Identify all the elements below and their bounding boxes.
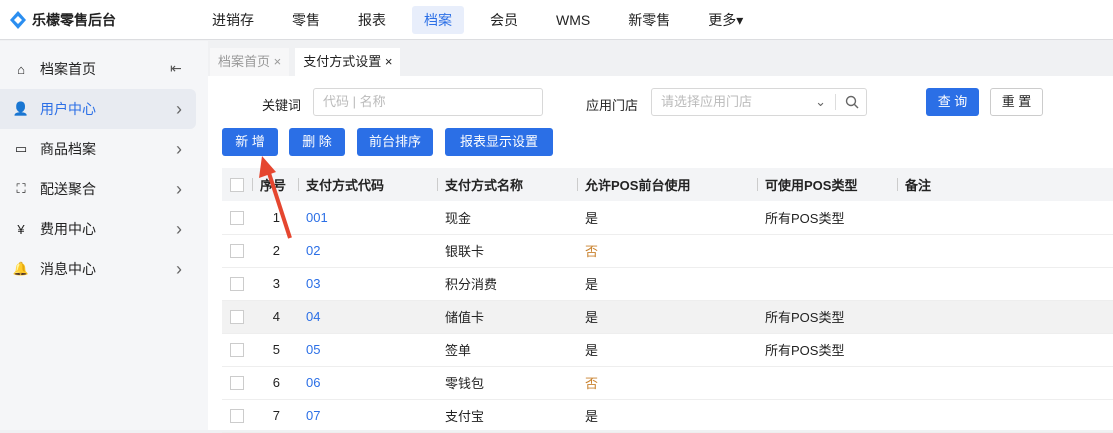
annotation-arrow [259, 156, 292, 239]
